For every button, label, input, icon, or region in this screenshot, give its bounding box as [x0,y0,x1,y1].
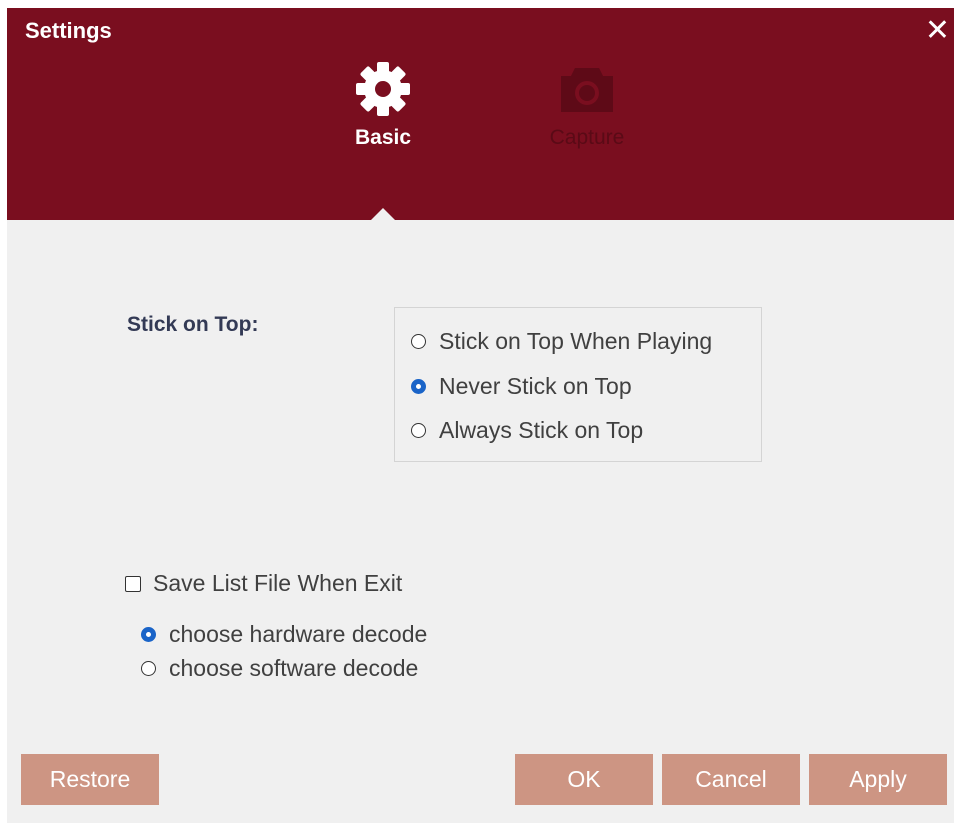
restore-button[interactable]: Restore [21,754,159,805]
tab-basic[interactable]: Basic [323,60,443,170]
option-label: Stick on Top When Playing [439,328,713,354]
dialog-header: Settings ✕ Basic Capture [7,8,954,220]
option-label: Never Stick on Top [439,373,632,399]
camera-icon [561,68,613,112]
settings-dialog: Settings ✕ Basic Capture Stick on Top: S… [7,8,954,823]
radio-checked-icon[interactable] [141,627,156,642]
radio-stick-when-playing[interactable]: Stick on Top When Playing [411,328,712,355]
radio-unchecked-icon[interactable] [411,423,426,438]
ok-button[interactable]: OK [515,754,653,805]
tab-basic-label: Basic [354,126,412,149]
save-list-checkbox[interactable]: Save List File When Exit [125,570,402,597]
active-tab-pointer [371,208,395,220]
checkbox-label: Save List File When Exit [153,570,403,596]
tab-capture[interactable]: Capture [527,60,647,170]
radio-always-stick[interactable]: Always Stick on Top [411,417,643,444]
checkbox-icon[interactable] [125,575,141,592]
radio-unchecked-icon[interactable] [411,334,426,349]
option-label: choose software decode [169,655,419,681]
close-icon[interactable]: ✕ [925,16,950,46]
cancel-button[interactable]: Cancel [662,754,800,805]
radio-checked-icon[interactable] [411,379,426,394]
option-label: Always Stick on Top [439,417,644,443]
dialog-title: Settings [25,18,112,43]
stick-on-top-label: Stick on Top: [127,313,259,336]
radio-hardware-decode[interactable]: choose hardware decode [141,621,427,648]
radio-unchecked-icon[interactable] [141,661,156,676]
gear-icon [356,62,410,116]
radio-never-stick[interactable]: Never Stick on Top [411,373,632,400]
apply-button[interactable]: Apply [809,754,947,805]
radio-software-decode[interactable]: choose software decode [141,655,418,682]
tab-capture-label: Capture [549,126,625,149]
option-label: choose hardware decode [169,621,428,647]
